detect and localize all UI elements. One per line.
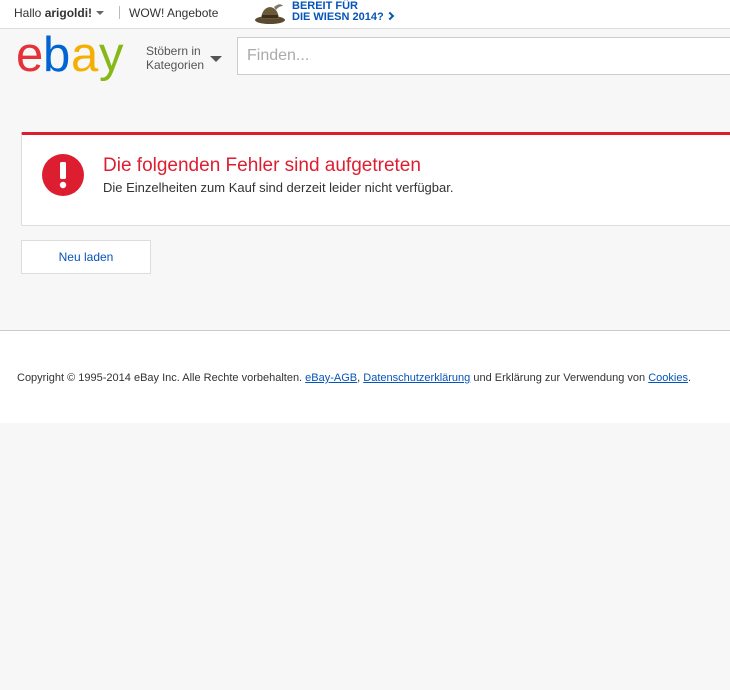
wow-deals-link[interactable]: WOW! Angebote: [129, 6, 218, 20]
username: arigoldi!: [44, 6, 93, 20]
reload-button[interactable]: Neu laden: [21, 240, 151, 274]
logo-letter-b: b: [43, 31, 70, 82]
promo-line-2-wrap: DIE WIESN 2014?: [292, 12, 432, 23]
browse-categories-button[interactable]: Stöbern in Kategorien: [146, 44, 204, 72]
divider: [119, 6, 120, 19]
middle-text: und Erklärung zur Verwendung von: [470, 372, 649, 384]
hat-icon: [255, 4, 285, 24]
footer: Copyright © 1995-2014 eBay Inc. Alle Rec…: [0, 331, 730, 423]
exclamation-icon: [42, 154, 84, 196]
chevron-down-icon[interactable]: [210, 56, 222, 62]
end-text: .: [687, 372, 692, 384]
promo-line-2: DIE WIESN 2014?: [292, 11, 384, 23]
agb-link[interactable]: eBay-AGB: [305, 372, 357, 384]
logo-letter-e: e: [16, 31, 42, 82]
browse-line-1: Stöbern in: [146, 44, 201, 58]
browse-line-2: Kategorien: [146, 58, 205, 72]
top-bar: Hallo arigoldi! WOW! Angebote BEREIT FÜR…: [0, 0, 730, 29]
search-input[interactable]: [237, 37, 730, 75]
chevron-down-icon: [96, 11, 105, 15]
greeting-prefix: Hallo: [14, 6, 45, 20]
chevron-right-icon: [385, 11, 394, 21]
privacy-link[interactable]: Datenschutzerklärung: [363, 372, 470, 384]
cookies-link[interactable]: Cookies: [648, 372, 688, 384]
copyright-text: Copyright © 1995-2014 eBay Inc. Alle Rec…: [17, 372, 306, 384]
logo-letter-y: y: [99, 31, 124, 82]
header: e b a y Stöbern in Kategorien: [0, 29, 730, 89]
promo-text[interactable]: BEREIT FÜR DIE WIESN 2014?: [292, 1, 432, 23]
logo-letter-a: a: [71, 31, 99, 82]
ebay-logo[interactable]: e b a y: [16, 31, 138, 83]
user-greeting-menu[interactable]: Hallo arigoldi!: [14, 6, 105, 20]
error-message: Die Einzelheiten zum Kauf sind derzeit l…: [103, 180, 454, 195]
error-panel: Die folgenden Fehler sind aufgetreten Di…: [21, 132, 730, 226]
error-title: Die folgenden Fehler sind aufgetreten: [103, 155, 421, 176]
copyright-notice: Copyright © 1995-2014 eBay Inc. Alle Rec…: [17, 372, 691, 384]
